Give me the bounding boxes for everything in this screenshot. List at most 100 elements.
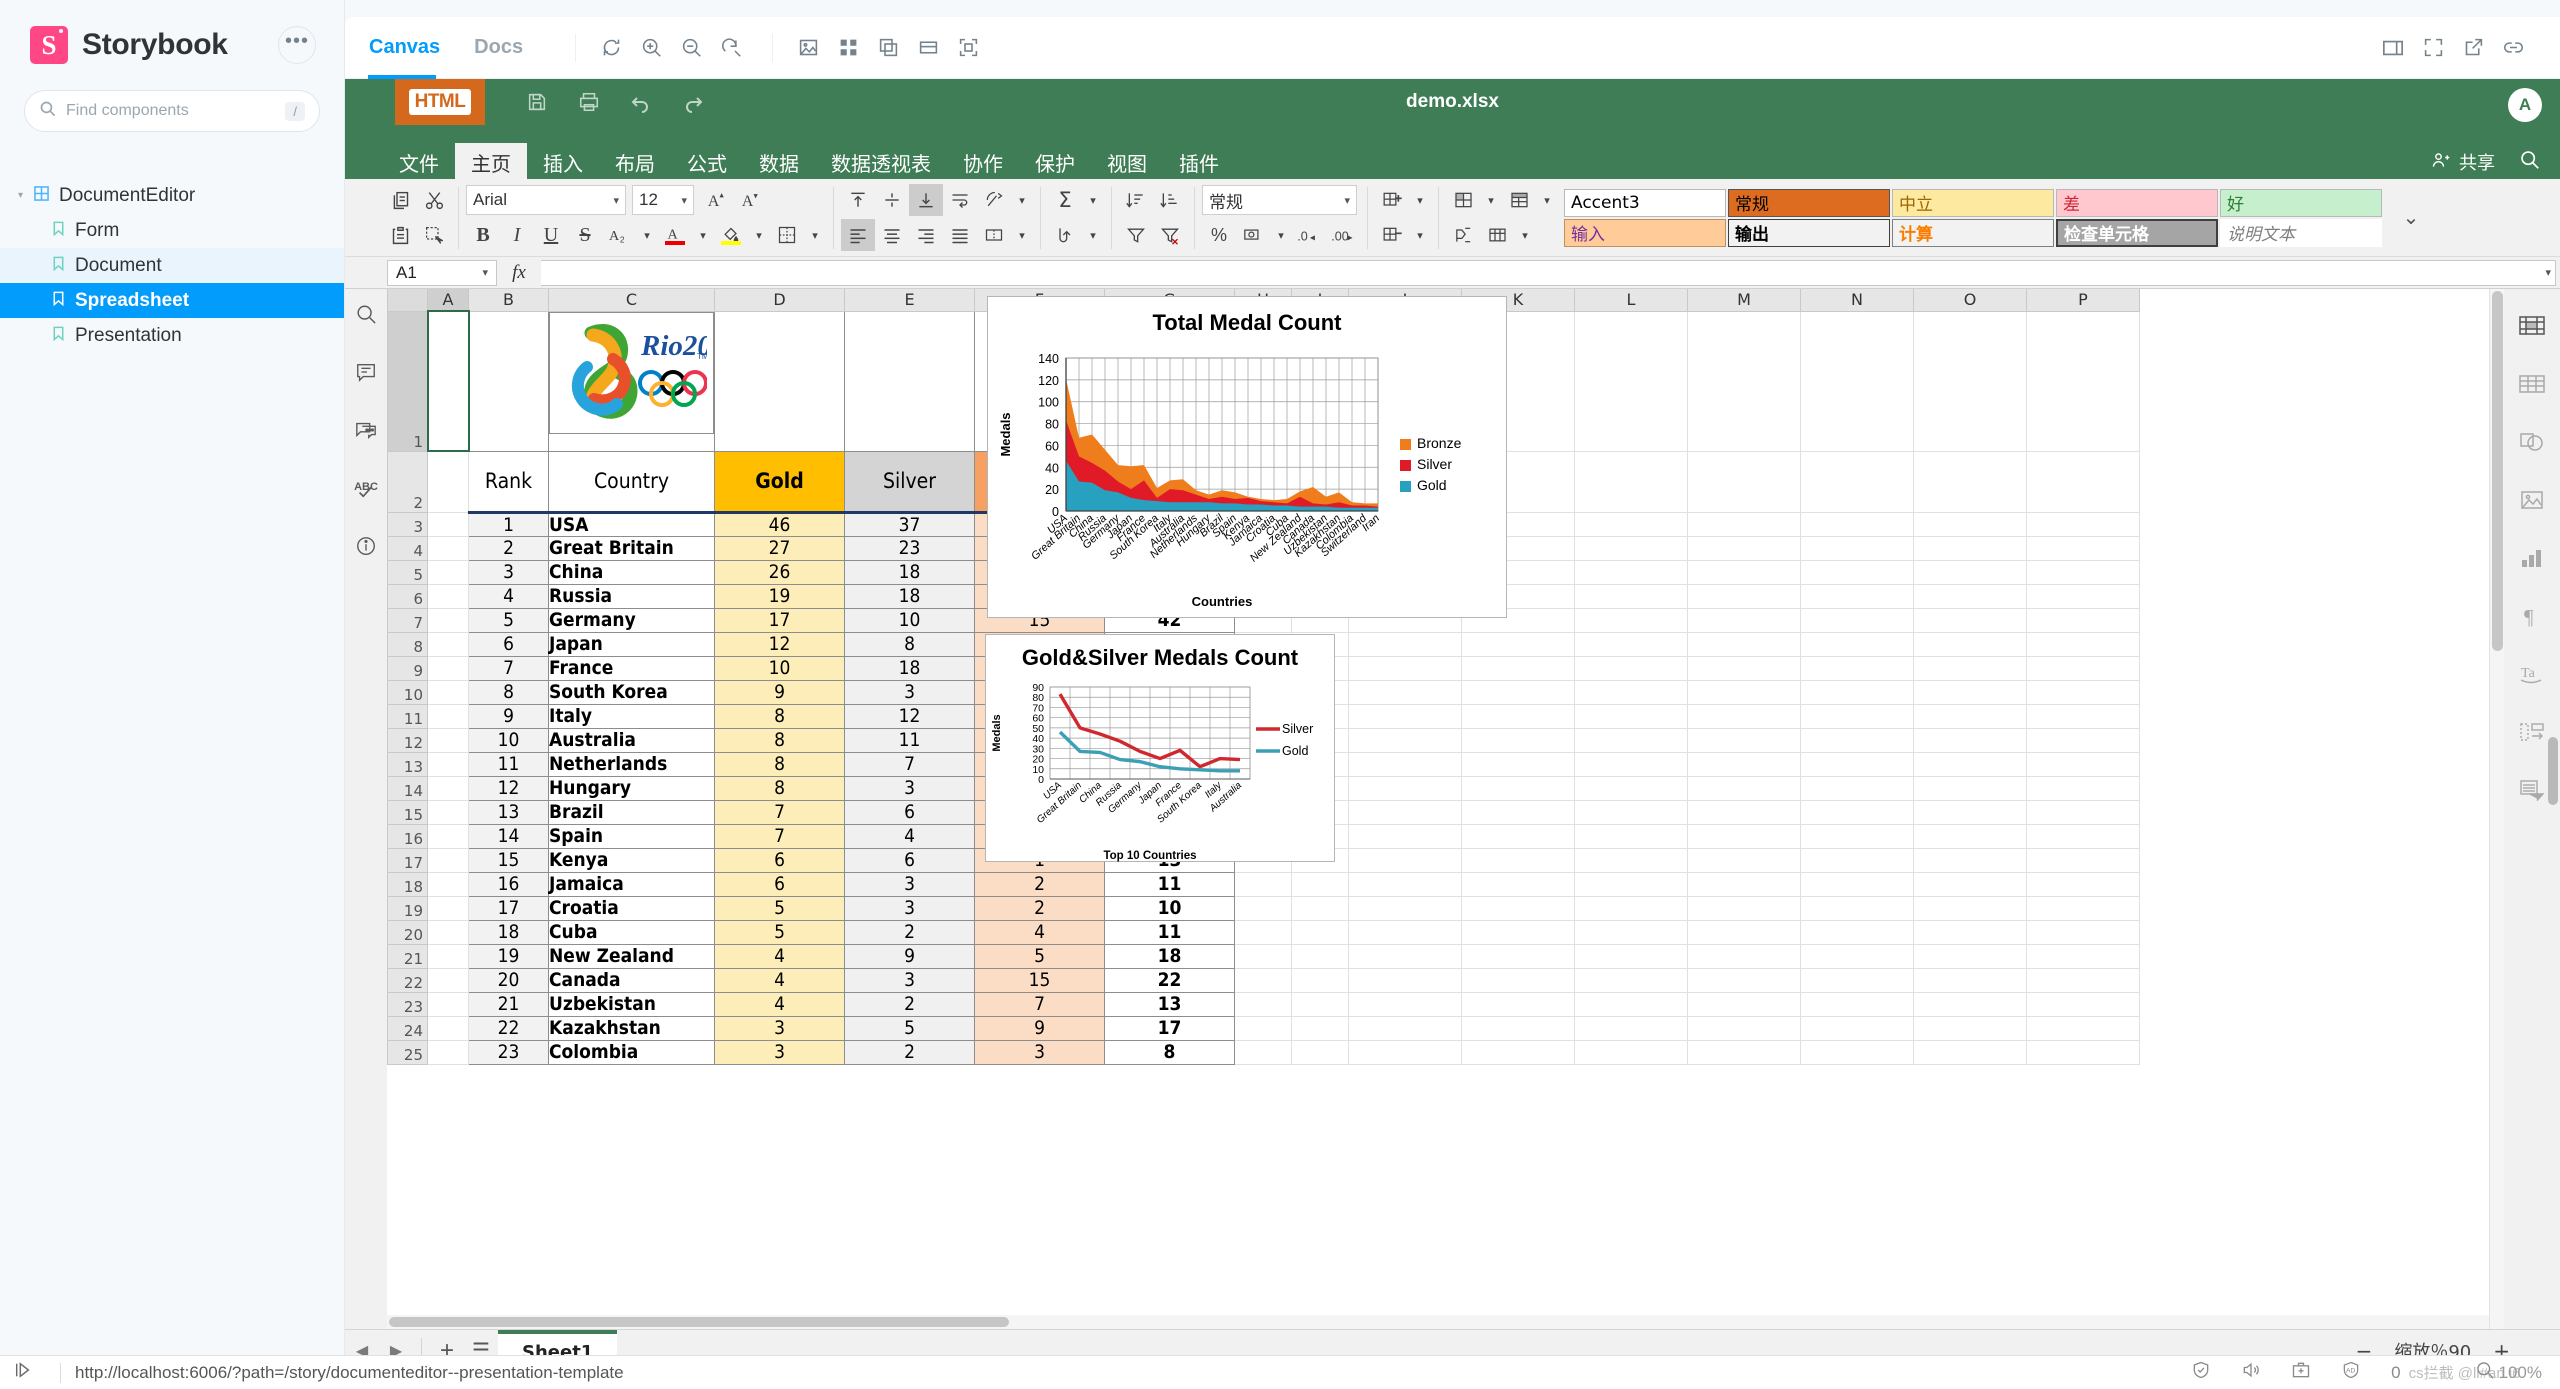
cell-N6[interactable]	[1801, 584, 1914, 608]
row-header-23[interactable]: 23	[388, 992, 428, 1016]
cell-silver[interactable]: 8	[845, 632, 975, 656]
cell-bronze[interactable]: 5	[975, 944, 1105, 968]
cell-L16[interactable]	[1575, 824, 1688, 848]
cell-P13[interactable]	[2027, 752, 2140, 776]
cell-gold[interactable]: 8	[715, 704, 845, 728]
ribbon-tab-data[interactable]: 数据	[743, 143, 815, 182]
cell-L8[interactable]	[1575, 632, 1688, 656]
cell-L1[interactable]	[1575, 311, 1688, 451]
cell-J24[interactable]	[1349, 1016, 1462, 1040]
cell-A6[interactable]	[428, 584, 469, 608]
cell-country[interactable]: USA	[549, 512, 715, 536]
cell-N12[interactable]	[1801, 728, 1914, 752]
zoom-out-button[interactable]: −	[2334, 1339, 2395, 1356]
cell-P19[interactable]	[2027, 896, 2140, 920]
cell-N17[interactable]	[1801, 848, 1914, 872]
conditional-format-icon[interactable]	[1446, 184, 1480, 216]
strikethrough-button[interactable]: S	[568, 219, 602, 251]
cell-A22[interactable]	[428, 968, 469, 992]
chevron-down-icon[interactable]: ▾	[2545, 266, 2551, 279]
comment-icon[interactable]	[345, 361, 387, 419]
zoom-icon[interactable]	[2475, 1360, 2495, 1385]
cell-P22[interactable]	[2027, 968, 2140, 992]
share-button[interactable]: 共享	[2431, 149, 2509, 175]
cell-gold[interactable]: 4	[715, 992, 845, 1016]
cell-A20[interactable]	[428, 920, 469, 944]
redo-icon[interactable]	[667, 79, 719, 125]
align-right-icon[interactable]	[909, 219, 943, 251]
style-bad[interactable]: 差	[2056, 189, 2218, 217]
cell-silver[interactable]: 12	[845, 704, 975, 728]
cell-country[interactable]: France	[549, 656, 715, 680]
col-D[interactable]: D	[715, 289, 845, 311]
cell-L5[interactable]	[1575, 560, 1688, 584]
sidebar-item-spreadsheet[interactable]: Spreadsheet	[0, 283, 344, 318]
cell-A21[interactable]	[428, 944, 469, 968]
shield-check-icon[interactable]	[2191, 1360, 2211, 1385]
cell-silver[interactable]: 10	[845, 608, 975, 632]
cell-N4[interactable]	[1801, 536, 1914, 560]
cell-gold[interactable]: 17	[715, 608, 845, 632]
cell-silver[interactable]: 18	[845, 584, 975, 608]
cell-M3[interactable]	[1688, 512, 1801, 536]
chevron-down-icon[interactable]: ▾	[1480, 184, 1502, 216]
cell-O12[interactable]	[1914, 728, 2027, 752]
cell-A16[interactable]	[428, 824, 469, 848]
style-output[interactable]: 输出	[1728, 219, 1890, 247]
cell-rank[interactable]: 17	[469, 896, 549, 920]
cell-J15[interactable]	[1349, 800, 1462, 824]
cell-M10[interactable]	[1688, 680, 1801, 704]
chevron-down-icon[interactable]: ▾	[1082, 184, 1104, 216]
col-M[interactable]: M	[1688, 289, 1801, 311]
cell-rank[interactable]: 19	[469, 944, 549, 968]
cell-N25[interactable]	[1801, 1040, 1914, 1064]
chevron-down-icon[interactable]: ⌄	[2388, 189, 2434, 247]
cell-E1[interactable]	[845, 311, 975, 451]
cell-H24[interactable]	[1235, 1016, 1292, 1040]
cell-M13[interactable]	[1688, 752, 1801, 776]
cell-P21[interactable]	[2027, 944, 2140, 968]
row-header-10[interactable]: 10	[388, 680, 428, 704]
print-icon[interactable]	[563, 79, 615, 125]
align-bottom-icon[interactable]	[909, 184, 943, 216]
cell-K16[interactable]	[1462, 824, 1575, 848]
cell-K9[interactable]	[1462, 656, 1575, 680]
cell-country[interactable]: Netherlands	[549, 752, 715, 776]
cell-A18[interactable]	[428, 872, 469, 896]
sheet-tab-sheet1[interactable]: Sheet1	[498, 1330, 617, 1356]
cell-M15[interactable]	[1688, 800, 1801, 824]
cell-O9[interactable]	[1914, 656, 2027, 680]
row-header-24[interactable]: 24	[388, 1016, 428, 1040]
info-icon[interactable]	[345, 535, 387, 593]
cell-country[interactable]: Germany	[549, 608, 715, 632]
cell-A3[interactable]	[428, 512, 469, 536]
chevron-down-icon[interactable]: ▾	[1409, 219, 1431, 251]
cell-J12[interactable]	[1349, 728, 1462, 752]
cell-K22[interactable]	[1462, 968, 1575, 992]
tab-canvas[interactable]: Canvas	[369, 36, 440, 59]
cell-C1-logo[interactable]: Rio2016 TM	[549, 312, 714, 434]
insert-cells-icon[interactable]	[1375, 184, 1409, 216]
ad-block-icon[interactable]: AD	[2341, 1360, 2361, 1385]
cell-H22[interactable]	[1235, 968, 1292, 992]
cell-rank[interactable]: 16	[469, 872, 549, 896]
cell-silver[interactable]: 2	[845, 1040, 975, 1064]
cell-rank[interactable]: 12	[469, 776, 549, 800]
cell-rank[interactable]: 20	[469, 968, 549, 992]
cell-J17[interactable]	[1349, 848, 1462, 872]
cell-P5[interactable]	[2027, 560, 2140, 584]
cell-country[interactable]: Croatia	[549, 896, 715, 920]
cell-I18[interactable]	[1292, 872, 1349, 896]
percent-style-icon[interactable]: %	[1202, 219, 1236, 251]
cell-rank[interactable]: 10	[469, 728, 549, 752]
grid[interactable]: A B C D E F G H I J K L M	[387, 289, 2504, 1329]
autosum-icon[interactable]: Σ	[1048, 184, 1082, 216]
cell-O1[interactable]	[1914, 311, 2027, 451]
cell-K8[interactable]	[1462, 632, 1575, 656]
cell-L3[interactable]	[1575, 512, 1688, 536]
cell-M5[interactable]	[1688, 560, 1801, 584]
spellcheck-icon[interactable]: ABC	[345, 477, 387, 535]
cell-bronze[interactable]: 7	[975, 992, 1105, 1016]
measure-icon[interactable]	[871, 31, 905, 65]
cell-rank[interactable]: 3	[469, 560, 549, 584]
